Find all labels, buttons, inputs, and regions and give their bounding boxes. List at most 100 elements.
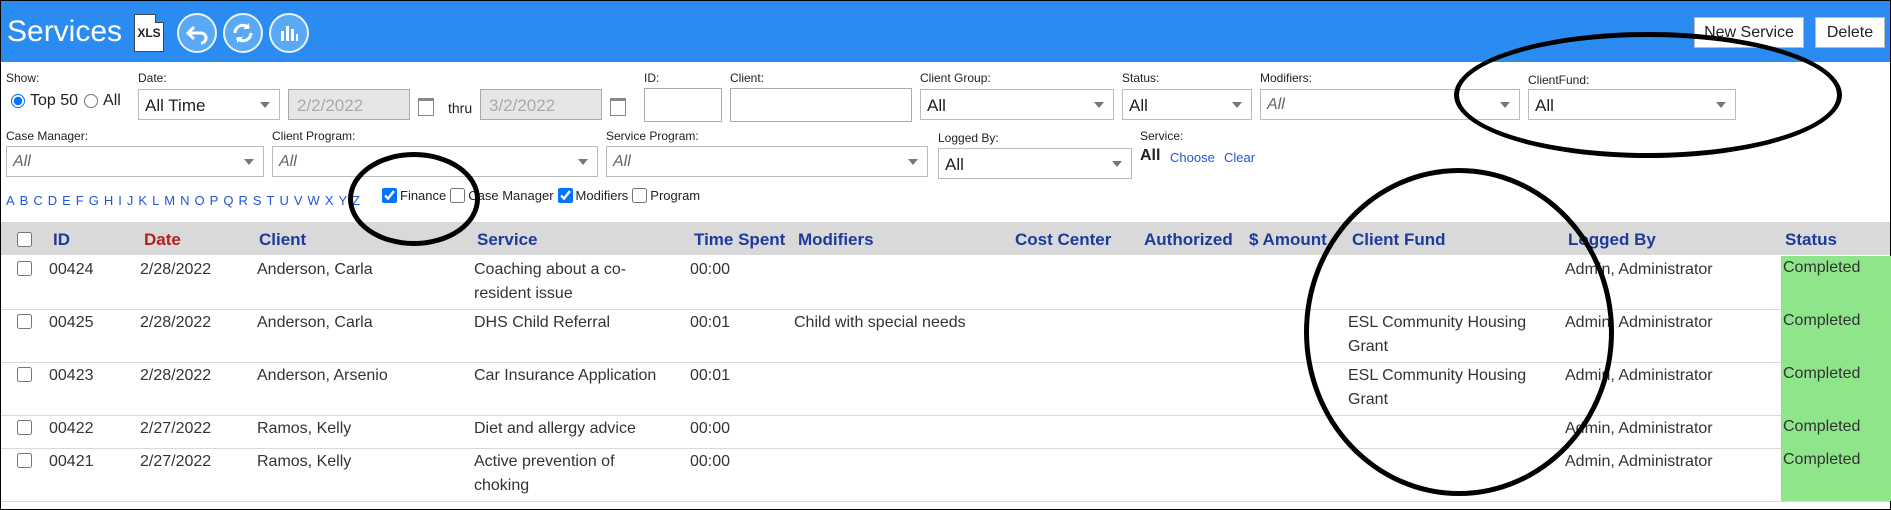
service-choose-link[interactable]: Choose xyxy=(1170,150,1215,165)
alpha-letter-link[interactable]: Z xyxy=(352,193,360,208)
alpha-letter-link[interactable]: S xyxy=(253,193,262,208)
date-from-input[interactable]: 2/2/2022 xyxy=(288,89,410,120)
row-checkbox[interactable] xyxy=(17,261,32,276)
table-row[interactable]: 00425 2/28/2022 Anderson, Carla DHS Child R… xyxy=(1,309,1891,363)
alpha-letter-link[interactable]: D xyxy=(48,193,57,208)
alpha-letter-link[interactable]: Y xyxy=(338,193,347,208)
col-amount[interactable]: $ Amount xyxy=(1249,230,1327,250)
refresh-icon[interactable] xyxy=(223,13,263,53)
row-id: 00424 xyxy=(49,261,94,278)
status-value: All xyxy=(1129,96,1148,115)
client-group-select[interactable]: All xyxy=(920,89,1114,120)
alpha-letter-link[interactable]: V xyxy=(294,193,303,208)
alpha-letter-link[interactable]: W xyxy=(308,193,320,208)
case-manager-select[interactable]: All xyxy=(6,146,264,177)
col-authorized[interactable]: Authorized xyxy=(1144,230,1233,250)
row-checkbox[interactable] xyxy=(17,314,32,329)
delete-button[interactable]: Delete xyxy=(1815,17,1885,48)
alpha-letter-link[interactable]: H xyxy=(104,193,113,208)
client-input[interactable] xyxy=(730,88,912,122)
alpha-letter-link[interactable]: R xyxy=(238,193,247,208)
alpha-letter-link[interactable]: J xyxy=(127,193,134,208)
chevron-down-icon xyxy=(1716,102,1726,108)
finance-checkbox[interactable] xyxy=(382,188,397,203)
table-row[interactable]: 00422 2/27/2022 Ramos, Kelly Diet and aller… xyxy=(1,415,1891,449)
row-service-line2: resident issue xyxy=(474,285,573,302)
alpha-letter-link[interactable]: A xyxy=(6,193,15,208)
thru-label: thru xyxy=(448,100,473,116)
row-id: 00421 xyxy=(49,453,94,470)
program-checkbox[interactable] xyxy=(632,188,648,203)
alpha-letter-link[interactable]: M xyxy=(164,193,175,208)
client-program-select[interactable]: All xyxy=(272,146,598,177)
row-logged-by: Admin, Administrator xyxy=(1565,453,1713,470)
date-to-input[interactable]: 3/2/2022 xyxy=(480,89,602,120)
alphabet-filter: ABCDEFGHIJKLMNOPQRSTUVWXYZ xyxy=(6,193,360,208)
alpha-letter-link[interactable]: P xyxy=(210,193,219,208)
alpha-letter-link[interactable]: N xyxy=(180,193,189,208)
row-id: 00423 xyxy=(49,367,94,384)
table-row[interactable]: 00423 2/28/2022 Anderson, Arsenio Car Insur… xyxy=(1,362,1891,416)
alpha-letter-link[interactable]: G xyxy=(89,193,99,208)
row-checkbox[interactable] xyxy=(17,453,32,468)
top50-label: Top 50 xyxy=(30,92,79,109)
modifiers-label: Modifiers: xyxy=(1260,71,1313,85)
chevron-down-icon xyxy=(578,159,588,165)
alpha-letter-link[interactable]: Q xyxy=(223,193,233,208)
table-row[interactable]: 00424 2/28/2022 Anderson, Carla Coaching ab… xyxy=(1,256,1891,310)
xls-export-icon[interactable]: XLS xyxy=(134,14,164,52)
case-manager-checkbox[interactable] xyxy=(450,188,466,203)
new-service-button[interactable]: New Service xyxy=(1694,17,1804,48)
show-radio-group: Top 50 All xyxy=(8,92,121,110)
col-client-fund[interactable]: Client Fund xyxy=(1352,230,1445,250)
col-cost-center[interactable]: Cost Center xyxy=(1015,230,1111,250)
alpha-letter-link[interactable]: L xyxy=(152,193,159,208)
row-client: Anderson, Arsenio xyxy=(257,367,388,384)
alpha-letter-link[interactable]: F xyxy=(76,193,84,208)
id-input[interactable] xyxy=(644,88,722,122)
col-logged-by[interactable]: Logged By xyxy=(1568,230,1656,250)
date-range-select[interactable]: All Time xyxy=(138,89,280,120)
alpha-letter-link[interactable]: I xyxy=(118,193,122,208)
row-checkbox[interactable] xyxy=(17,367,32,382)
top50-radio[interactable] xyxy=(11,94,25,108)
row-date: 2/27/2022 xyxy=(140,420,212,437)
table-row[interactable]: 00421 2/27/2022 Ramos, Kelly Active prevent… xyxy=(1,448,1891,502)
col-modifiers[interactable]: Modifiers xyxy=(798,230,874,250)
all-radio[interactable] xyxy=(84,94,99,108)
select-all-checkbox[interactable] xyxy=(17,232,32,247)
case-manager-value: All xyxy=(13,153,31,170)
client-fund-select[interactable]: All xyxy=(1528,89,1736,120)
alpha-letter-link[interactable]: U xyxy=(279,193,288,208)
col-date[interactable]: Date xyxy=(144,230,181,250)
alpha-letter-link[interactable]: T xyxy=(267,193,275,208)
logged-by-value: All xyxy=(945,155,964,174)
calendar-icon[interactable] xyxy=(418,98,434,116)
alpha-letter-link[interactable]: K xyxy=(138,193,147,208)
service-clear-link[interactable]: Clear xyxy=(1224,150,1255,165)
col-time-spent[interactable]: Time Spent xyxy=(694,230,785,250)
row-checkbox[interactable] xyxy=(17,420,32,435)
chevron-down-icon xyxy=(244,159,254,165)
show-label: Show: xyxy=(6,71,40,85)
modifiers-select[interactable]: All xyxy=(1260,89,1520,120)
col-service[interactable]: Service xyxy=(477,230,538,250)
back-arrow-icon[interactable] xyxy=(177,13,217,53)
row-service-line2: choking xyxy=(474,477,530,494)
alpha-letter-link[interactable]: E xyxy=(62,193,71,208)
modifiers-checkbox[interactable] xyxy=(557,188,573,203)
service-program-select[interactable]: All xyxy=(606,146,928,177)
alpha-letter-link[interactable]: B xyxy=(20,193,29,208)
alpha-letter-link[interactable]: C xyxy=(33,193,42,208)
status-select[interactable]: All xyxy=(1122,89,1252,120)
logged-by-select[interactable]: All xyxy=(938,148,1132,179)
bar-chart-icon[interactable] xyxy=(269,13,309,53)
col-status[interactable]: Status xyxy=(1785,230,1837,250)
row-client: Ramos, Kelly xyxy=(257,453,352,470)
col-id[interactable]: ID xyxy=(53,230,70,250)
col-client[interactable]: Client xyxy=(259,230,306,250)
alpha-letter-link[interactable]: O xyxy=(195,193,205,208)
row-date: 2/28/2022 xyxy=(140,261,212,278)
calendar-icon[interactable] xyxy=(610,98,626,116)
alpha-letter-link[interactable]: X xyxy=(325,193,334,208)
